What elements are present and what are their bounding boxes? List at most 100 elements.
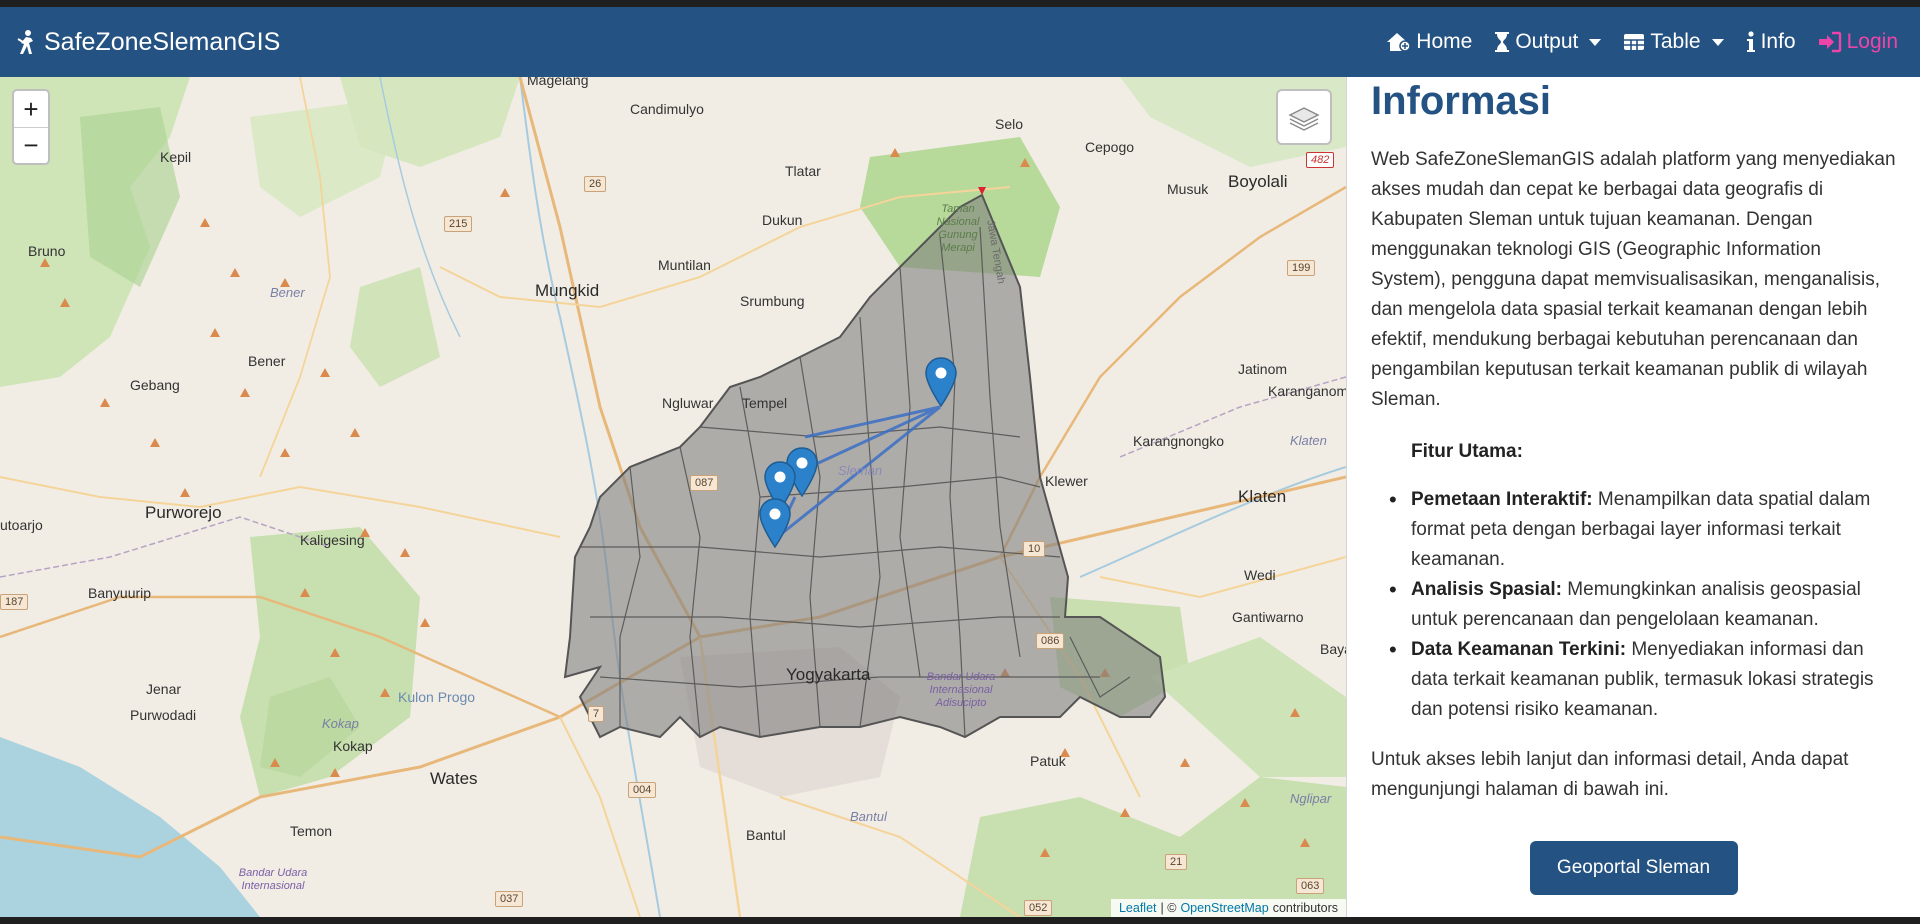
map-label: Klewer [1045,473,1088,489]
list-item: Analisis Spasial: Memungkinkan analisis … [1389,575,1896,635]
map-label: Candimulyo [630,101,704,117]
nav-home-label: Home [1416,30,1473,53]
info-title: Informasi [1371,79,1552,123]
map-label: Gebang [130,377,180,393]
nav-menu: Home Output Table Info Login [1385,30,1898,54]
table-icon [1623,32,1645,52]
map-label: Mungkid [535,281,600,300]
road-shield: 063 [1296,878,1325,894]
map-canvas[interactable] [0,77,1346,917]
map-label: Boyolali [1228,172,1288,191]
map-label: Wates [430,769,478,788]
home-icon [1385,31,1412,53]
brand-title: SafeZoneSlemanGIS [44,27,281,56]
info-outro: Untuk akses lebih lanjut dan informasi d… [1371,749,1849,800]
location-marker-icon[interactable] [925,357,957,407]
road-shield: 7 [588,706,605,722]
map-label: Sleman [838,463,883,478]
map-label: Purwodadi [130,707,197,723]
map-label: Kaligesing [300,532,365,548]
zoom-control: + − [12,89,50,165]
map-label: Baya [1320,641,1346,657]
feature-name: Pemetaan Interaktif: [1411,489,1593,510]
map-view[interactable]: Magelang Candimulyo Selo Cepogo Musuk Bo… [0,77,1346,917]
nav-login-label: Login [1846,30,1898,53]
map-label: Bantul [746,827,786,843]
map-label: Kulon Progo [398,689,476,705]
road-shield: 215 [444,216,473,232]
chevron-down-icon [1711,38,1724,46]
zoom-in-button[interactable]: + [14,91,48,127]
info-icon [1746,31,1756,53]
map-label: Jatinom [1238,361,1288,377]
osm-link[interactable]: OpenStreetMap [1180,901,1268,915]
road-shield: 199 [1287,260,1316,276]
map-label: Nglipar [1290,791,1332,806]
map-label: Tempel [742,395,788,411]
map-attribution: Leaflet | © OpenStreetMap contributors [1110,899,1346,917]
map-label: Bandar Udara Internasional [238,867,308,892]
list-item: Pemetaan Interaktif: Menampilkan data sp… [1389,485,1896,575]
map-label: Selo [995,116,1024,132]
map-label: Purworejo [145,503,222,522]
feature-name: Data Keamanan Terkini: [1411,639,1627,660]
map-label: Kokap [333,738,373,754]
nav-output-label: Output [1515,30,1579,53]
nav-login[interactable]: Login [1818,30,1898,54]
nav-info[interactable]: Info [1746,30,1796,54]
map-label: Klaten [1238,487,1287,506]
location-marker-icon[interactable] [759,498,791,548]
hourglass-icon [1494,31,1510,53]
map-label: Kepil [160,149,192,165]
road-shield: 187 [0,594,29,610]
features-list: Pemetaan Interaktif: Menampilkan data sp… [1389,485,1896,725]
login-icon [1818,31,1842,53]
navbar: SafeZoneSlemanGIS Home Output Table Info… [0,7,1920,77]
nav-table[interactable]: Table [1623,30,1724,54]
map-label: Kokap [322,716,359,731]
zoom-out-button[interactable]: − [14,127,48,163]
map-label: Bruno [28,243,66,259]
layers-icon [1288,107,1320,131]
brand[interactable]: SafeZoneSlemanGIS [14,28,280,57]
map-label: Yogyakarta [786,665,871,684]
map-label: Dukun [762,212,803,228]
map-label: Musuk [1167,181,1209,197]
window-bottom-edge [0,917,1920,924]
chevron-down-icon [1589,38,1602,46]
attribution-contributors: contributors [1272,901,1338,915]
map-label: Patuk [1030,753,1066,769]
map-label: Ngluwar [662,395,714,411]
features-title: Fitur Utama: [1411,441,1523,462]
map-label: Magelang [527,77,589,88]
list-item: Data Keamanan Terkini: Menyediakan infor… [1389,635,1896,725]
map-label: Temon [290,823,333,839]
road-shield: 004 [628,782,657,798]
geoportal-button[interactable]: Geoportal Sleman [1529,841,1738,895]
map-label: Bener [248,353,286,369]
nav-home[interactable]: Home [1385,30,1472,54]
map-label: Taman Nasional Gunung Merapi [936,203,980,254]
person-icon [14,29,38,55]
nav-table-label: Table [1650,30,1701,53]
map-label: Karangnongko [1133,433,1225,449]
nav-output[interactable]: Output [1494,30,1602,54]
map-label: Bener [270,285,305,300]
map-label: Bantul [850,809,887,824]
road-shield: 26 [584,176,607,192]
info-panel: Informasi Web SafeZoneSlemanGIS adalah p… [1346,77,1920,917]
road-shield: 086 [1036,633,1065,649]
map-label: Srumbung [740,293,805,309]
leaflet-link[interactable]: Leaflet [1119,901,1157,915]
road-shield: 037 [495,891,524,907]
map-label: Karanganom [1268,383,1346,399]
road-shield: 21 [1165,854,1188,870]
map-label: Klaten [1290,433,1327,448]
map-label: Cepogo [1085,139,1135,155]
map-label: Jenar [146,681,182,697]
layers-control-button[interactable] [1276,89,1332,145]
info-intro: Web SafeZoneSlemanGIS adalah platform ya… [1371,149,1896,410]
feature-name: Analisis Spasial: [1411,579,1563,600]
road-shield: 10 [1023,541,1046,557]
road-shield: 052 [1024,900,1053,916]
